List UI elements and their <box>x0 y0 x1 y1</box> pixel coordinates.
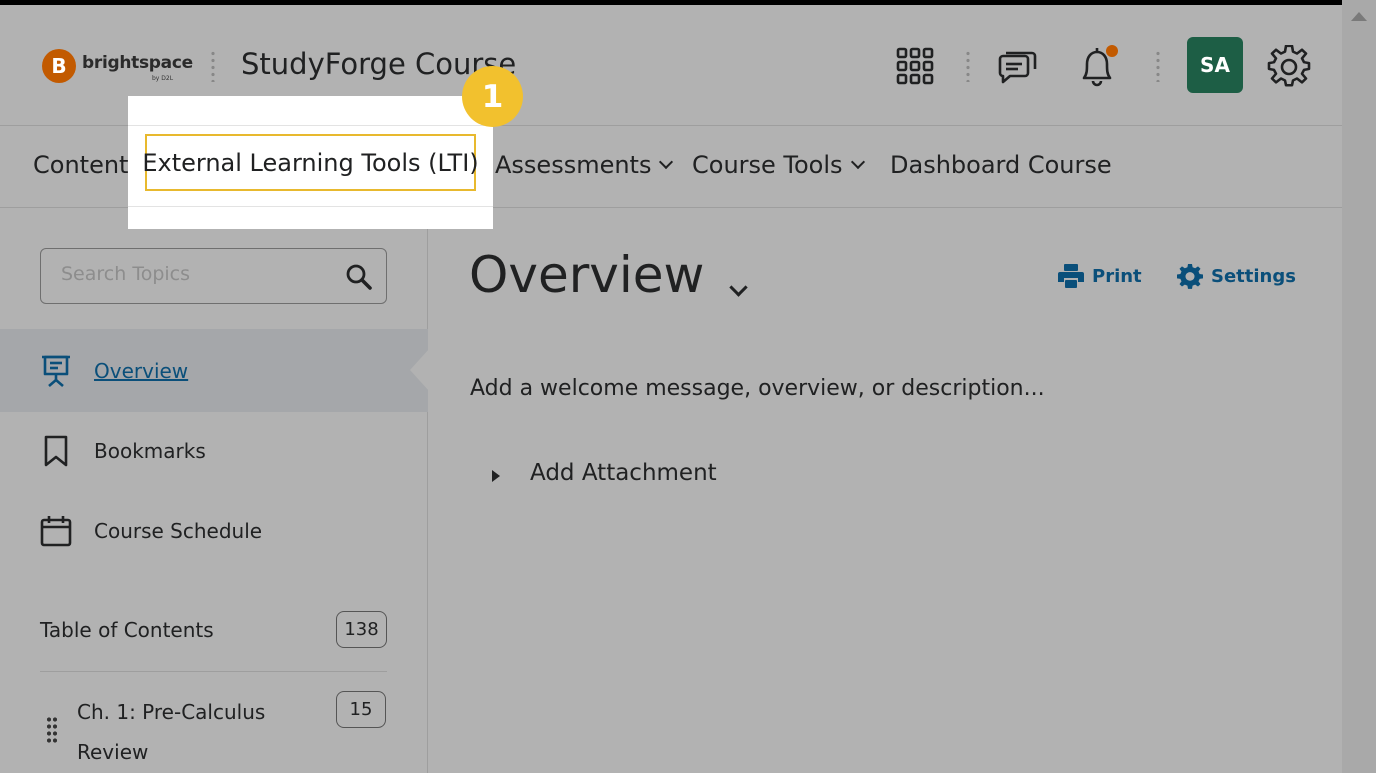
notification-dot <box>1106 45 1118 57</box>
caret-right-icon[interactable] <box>492 470 500 482</box>
chevron-down-icon <box>659 154 674 170</box>
waffle-grid-icon[interactable] <box>893 44 937 88</box>
table-of-contents-label[interactable]: Table of Contents <box>40 618 214 642</box>
content-sidebar: Overview Bookmarks Course Schedule Table… <box>0 208 429 773</box>
settings-button[interactable]: Settings <box>1177 263 1296 289</box>
bookmark-icon <box>44 435 68 467</box>
toc-count-badge: 138 <box>336 611 387 648</box>
search-icon[interactable] <box>345 263 373 295</box>
brightspace-logo[interactable]: B <box>42 49 76 83</box>
chevron-down-icon <box>850 154 865 170</box>
welcome-placeholder[interactable]: Add a welcome message, overview, or desc… <box>470 376 1045 401</box>
printer-icon <box>1058 264 1084 288</box>
sidebar-item-label: Bookmarks <box>94 439 206 463</box>
nav-external-learning-tools[interactable]: External Learning Tools (LTI) <box>142 134 479 191</box>
user-avatar[interactable]: SA <box>1187 37 1243 93</box>
sidebar-item-overview[interactable]: Overview <box>40 354 188 388</box>
header-divider <box>211 50 215 82</box>
search-input[interactable] <box>61 263 341 285</box>
chevron-down-icon[interactable] <box>729 278 748 297</box>
header-divider <box>966 50 970 82</box>
nav-dashboard-course[interactable]: Dashboard Course <box>890 151 1112 179</box>
search-box[interactable] <box>40 248 387 304</box>
chat-icon[interactable] <box>995 44 1039 88</box>
logo-subtext: by D2L <box>152 75 174 82</box>
gear-icon <box>1177 263 1203 289</box>
header-divider <box>1156 50 1160 82</box>
sidebar-item-label[interactable]: Overview <box>94 359 188 383</box>
print-label: Print <box>1092 265 1142 287</box>
add-attachment-button[interactable]: Add Attachment <box>530 460 717 486</box>
toc-divider <box>40 671 387 672</box>
sidebar-item-course-schedule[interactable]: Course Schedule <box>40 514 262 548</box>
drag-handle-icon[interactable] <box>46 716 58 744</box>
page-scrollbar[interactable] <box>1342 0 1376 773</box>
chapter-count-badge: 15 <box>336 691 386 728</box>
page-title: Overview <box>469 246 705 304</box>
print-button[interactable]: Print <box>1058 263 1142 289</box>
sidebar-item-label: Course Schedule <box>94 519 263 543</box>
nav-assessments[interactable]: Assessments <box>495 151 674 179</box>
nav-course-tools[interactable]: Course Tools <box>692 151 865 179</box>
scroll-up-arrow-icon[interactable] <box>1351 12 1367 21</box>
nav-content[interactable]: Content <box>33 151 128 179</box>
calendar-icon <box>40 516 72 547</box>
chapter-item-label[interactable]: Ch. 1: Pre-Calculus Review <box>77 692 317 772</box>
sidebar-item-bookmarks[interactable]: Bookmarks <box>40 434 206 468</box>
selection-notch <box>410 349 429 391</box>
brightspace-logo-text: brightspace <box>82 53 193 73</box>
spotlight-divider <box>128 206 493 207</box>
settings-label: Settings <box>1211 265 1296 287</box>
spotlight-divider <box>128 125 493 126</box>
presentation-icon <box>42 355 70 387</box>
step-number-badge: 1 <box>462 66 523 127</box>
gear-icon[interactable] <box>1266 44 1312 90</box>
